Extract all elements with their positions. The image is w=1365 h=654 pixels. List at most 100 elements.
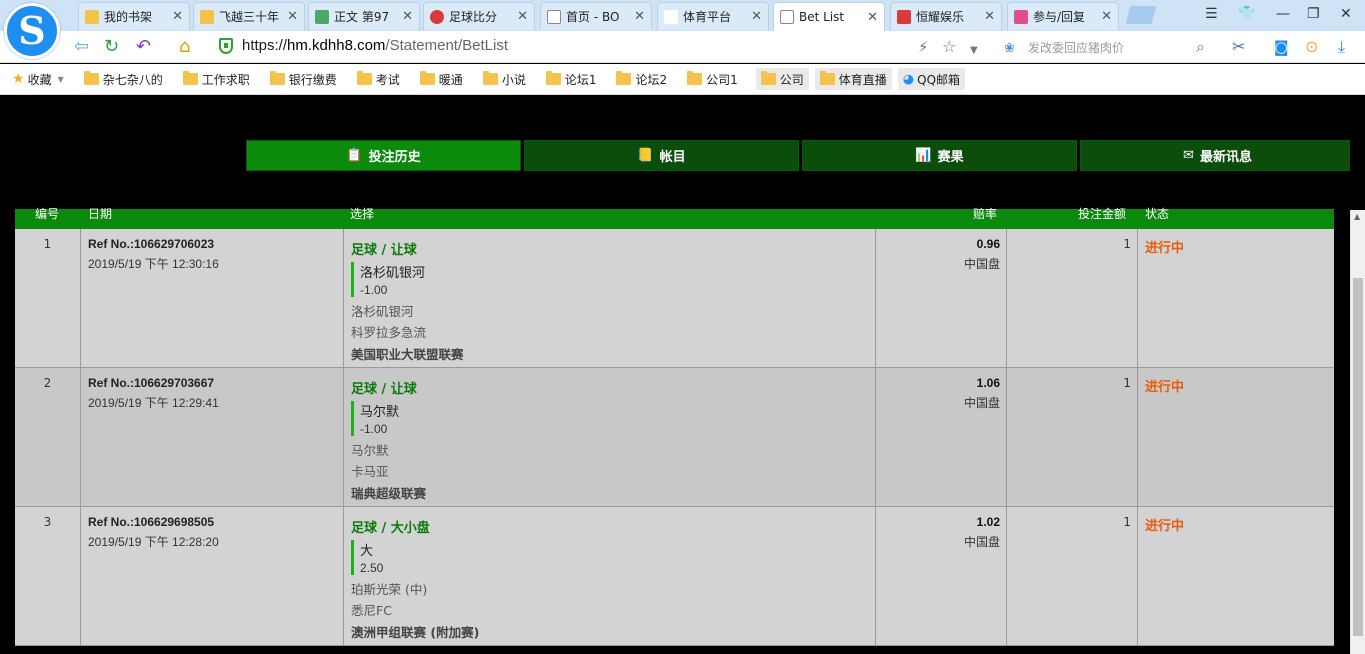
away-team: 悉尼FC [351,603,392,618]
window-close-icon[interactable]: ✕ [1340,6,1352,22]
menu-results[interactable]: 📊 赛果 [802,140,1077,171]
header-no: 编号 [35,207,60,221]
restore-icon[interactable]: ❐ [1307,6,1320,22]
menu-accounts[interactable]: 📒 帐目 [524,140,799,171]
close-icon[interactable]: ✕ [751,9,762,24]
folder-icon [83,71,99,85]
skin-icon[interactable]: 👕 [1238,6,1255,22]
close-icon[interactable]: ✕ [867,10,878,25]
pick-name: 洛杉矶银河 [360,266,426,281]
league-name: 澳洲甲组联赛 (附加赛) [351,625,480,640]
close-icon[interactable]: ✕ [984,9,995,24]
bookmark-folder[interactable]: 考试 [355,68,402,90]
bookmark-folder[interactable]: 公司 [755,68,809,90]
lightning-icon[interactable]: ⚡ [918,37,929,57]
row-odds-cell: 0.96 中国盘 [876,229,1007,367]
extension-icon[interactable]: ◙ [1274,37,1289,57]
tab-2[interactable]: 正文 第97 ✕ [308,2,420,30]
tab-0[interactable]: 我的书架 ✕ [78,2,190,30]
tab-4[interactable]: 首页 - BO ✕ [540,2,652,30]
menu-icon[interactable]: ☰ [1205,6,1218,22]
search-icon[interactable]: ⌕ [1196,37,1205,57]
star-icon[interactable]: ☆ [942,37,956,57]
new-tab-button[interactable] [1125,6,1157,24]
close-icon[interactable]: ✕ [517,9,528,24]
menu-bet-history[interactable]: 📋 投注历史 [246,140,521,171]
row-status-cell: 进行中 [1138,229,1334,367]
pick-block: 大 2.50 [351,540,868,575]
bookmark-favorites[interactable]: ★ 收藏 ▼ [10,68,66,90]
scissors-icon[interactable]: ✂ [1232,37,1245,57]
table-header: 编号 日期 选择 赔率 投注金额 状态 [15,207,1334,229]
download-icon[interactable]: ⤓ [1338,37,1345,57]
search-input[interactable]: 发改委回应猪肉价 [1028,39,1124,56]
bookmark-folder[interactable]: 小说 [481,68,528,90]
folder-icon [760,71,776,85]
status-badge: 进行中 [1145,241,1185,256]
row-odds-cell: 1.06 中国盘 [876,368,1007,506]
tab-8[interactable]: 参与/回复 ✕ [1007,2,1119,30]
bookmark-label: 小说 [501,72,526,87]
bookmark-label: 公司 [779,72,804,87]
header-odds: 赔率 [973,207,998,221]
row-date-cell: Ref No.:106629703667 2019/5/19 下午 12:29:… [81,368,344,506]
bookmark-folder[interactable]: 论坛1 [544,68,599,90]
row-status-cell: 进行中 [1138,368,1334,506]
tab-6[interactable]: Bet List ✕ [773,2,885,31]
back-icon[interactable]: ⇦ [74,37,89,57]
bookmark-folder[interactable]: 工作求职 [181,68,252,90]
more-icon[interactable]: ⊙ [1305,37,1318,57]
stake-amount: 1 [1007,229,1138,367]
close-icon[interactable]: ✕ [634,9,645,24]
bookmark-folder[interactable]: 暖通 [418,68,465,90]
row-date-cell: Ref No.:106629706023 2019/5/19 下午 12:30:… [81,229,344,367]
ref-number: Ref No.:106629698505 [88,515,215,529]
menu-news[interactable]: ✉ 最新讯息 [1080,140,1350,171]
tab-favicon-icon [430,9,444,24]
undo-icon[interactable]: ↶ [136,37,151,57]
close-icon[interactable]: ✕ [172,9,183,24]
bookmark-qqmail[interactable]: ◕ QQ邮箱 [897,68,966,90]
browser-tab-bar: 我的书架 ✕ 飞越三十年 ✕ 正文 第97 ✕ 足球比分 ✕ 首页 - BO ✕… [0,0,1365,31]
bookmark-folder[interactable]: 体育直播 [814,68,892,90]
tab-1[interactable]: 飞越三十年 ✕ [193,2,305,30]
row-number: 3 [15,507,81,645]
url-path: /Statement/BetList [385,37,508,54]
table-row: 3 Ref No.:106629698505 2019/5/19 下午 12:2… [15,507,1334,646]
vertical-scrollbar[interactable]: ▲ [1350,210,1365,654]
menu-label: 投注历史 [368,150,421,165]
url-field[interactable]: https://hm.kdhh8.com/Statement/BetList [242,37,508,54]
dropdown-icon[interactable]: ▼ [970,41,978,61]
scrollbar-thumb[interactable] [1353,278,1363,636]
secure-shield-icon [219,38,233,54]
close-icon[interactable]: ✕ [287,9,298,24]
ref-number: Ref No.:106629706023 [88,237,215,251]
close-icon[interactable]: ✕ [402,9,413,24]
refresh-icon[interactable]: ↻ [104,37,119,57]
minimize-icon[interactable]: — [1276,6,1290,22]
pick-name: 大 [360,544,374,559]
table-row: 1 Ref No.:106629706023 2019/5/19 下午 12:3… [15,229,1334,368]
tab-5[interactable]: 体育平台 ✕ [657,2,769,30]
bookmark-label: 公司1 [706,72,738,87]
bookmark-label: 暖通 [438,72,463,87]
browser-logo [4,3,60,59]
bookmark-folder[interactable]: 银行缴费 [268,68,339,90]
odds-value: 1.02 [976,515,1000,529]
folder-icon [182,71,198,85]
tab-7[interactable]: 恒耀娱乐 ✕ [890,2,1002,30]
bookmark-folder[interactable]: 杂七杂八的 [82,68,165,90]
row-number: 1 [15,229,81,367]
home-icon[interactable]: ⌂ [179,37,190,57]
tab-label: 我的书架 [104,10,153,24]
ledger-icon: 📒 [637,148,654,163]
bookmark-folder[interactable]: 公司1 [685,68,740,90]
bet-date: 2019/5/19 下午 12:29:41 [88,396,219,410]
tab-label: 参与/回复 [1033,10,1086,24]
close-icon[interactable]: ✕ [1101,9,1112,24]
bookmark-label: 论坛1 [564,72,597,87]
bookmark-folder[interactable]: 论坛2 [614,68,669,90]
tab-3[interactable]: 足球比分 ✕ [423,2,535,30]
scroll-up-icon[interactable]: ▲ [1354,212,1360,221]
clipboard-icon: 📋 [346,148,363,163]
